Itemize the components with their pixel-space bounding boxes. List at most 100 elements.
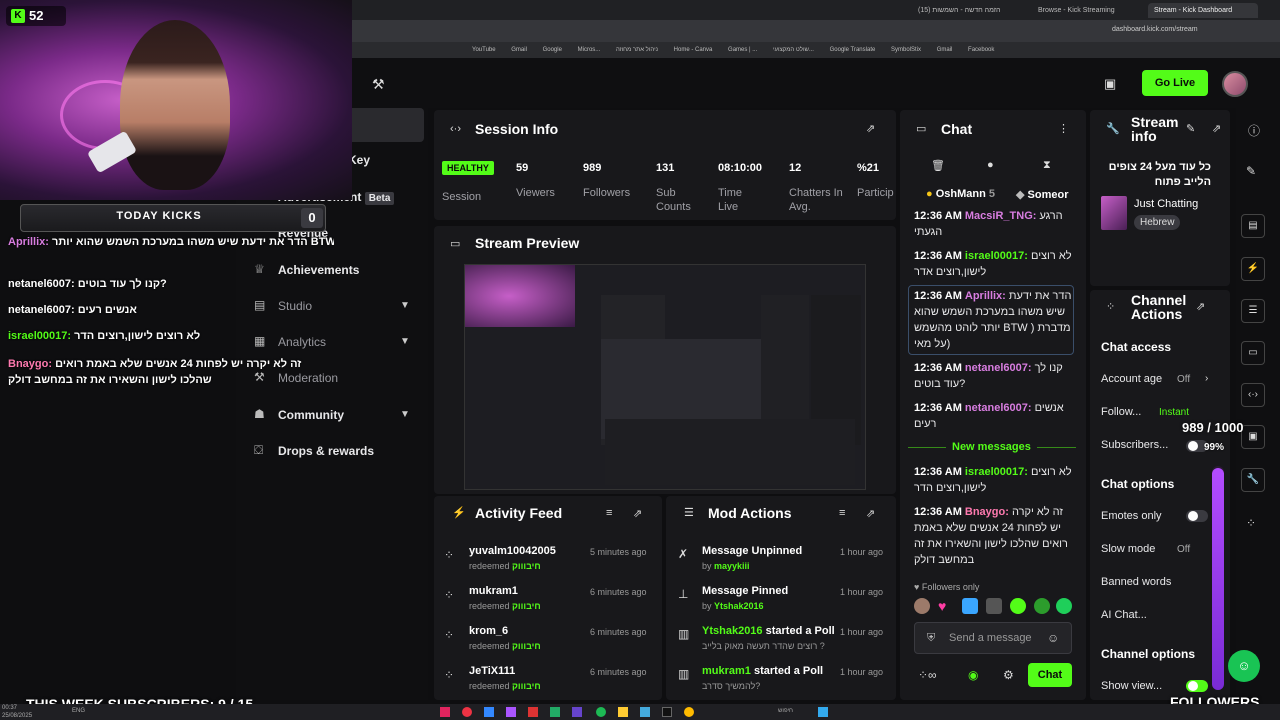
account-age-setting[interactable]: Account age — [1101, 373, 1162, 385]
slow-mode-setting[interactable]: Slow mode — [1101, 543, 1155, 555]
popout-icon[interactable]: ⇗ — [866, 122, 875, 135]
emote-icon[interactable] — [1056, 598, 1072, 614]
stream-preview-video[interactable] — [464, 264, 866, 490]
info-icon[interactable]: ⓘ — [1248, 122, 1260, 139]
emotes-only-setting[interactable]: Emotes only — [1101, 510, 1162, 522]
user-icon: ⁘ — [444, 668, 455, 682]
app-icon[interactable] — [506, 707, 516, 717]
top-user[interactable]: ● OshMann 5 — [926, 188, 995, 200]
hammer-icon[interactable]: ⚒ — [372, 76, 385, 93]
sidebar-item-community[interactable]: Community — [278, 408, 344, 422]
filter-icon[interactable]: ≡ — [606, 507, 612, 519]
address-bar[interactable]: dashboard.kick.com/stream — [352, 20, 1280, 42]
taskbar-search[interactable]: חיפוש — [778, 708, 793, 714]
app-icon[interactable] — [618, 707, 628, 717]
bookmark[interactable]: YouTube — [472, 42, 496, 58]
feed-user[interactable]: mukram1 — [469, 585, 518, 597]
app-icon[interactable] — [462, 707, 472, 717]
popout-icon[interactable]: ⇗ — [633, 507, 642, 520]
bookmark[interactable]: Games | ... — [728, 42, 757, 58]
infinity-icon[interactable]: ⁘∞ — [918, 668, 937, 682]
sidebar-item-studio[interactable]: Studio — [278, 299, 312, 313]
follow-setting[interactable]: Follow... — [1101, 406, 1141, 418]
heart-emote-icon[interactable]: ♥ — [938, 598, 946, 614]
category-name[interactable]: Just Chatting — [1134, 198, 1198, 210]
chat-input-placeholder: Send a message — [949, 632, 1032, 644]
video-icon[interactable]: ▣ — [1241, 425, 1265, 449]
send-chat-button[interactable]: Chat — [1028, 663, 1072, 687]
emoji-icon[interactable]: ☺ — [1047, 631, 1059, 645]
chevron-down-icon[interactable]: ▼ — [400, 409, 410, 420]
show-view-toggle[interactable] — [1186, 680, 1208, 692]
ai-chat-setting[interactable]: AI Chat... — [1101, 609, 1147, 621]
bookmark[interactable]: שולט המקצועי... — [773, 42, 814, 58]
chevron-down-icon[interactable]: ▼ — [400, 336, 410, 347]
browser-tab[interactable]: Browse - Kick Streaming — [1032, 3, 1142, 18]
top-user[interactable]: ◆ Someor — [1016, 188, 1069, 201]
more-icon[interactable]: ⋮ — [1058, 122, 1069, 135]
bookmark[interactable]: Google Translate — [830, 42, 876, 58]
wrench-icon[interactable]: 🔧 — [1241, 468, 1265, 492]
emote-icon[interactable] — [1034, 598, 1050, 614]
chat-icon[interactable]: ▭ — [1241, 341, 1265, 365]
chat-input[interactable]: ⛨ Send a message ☺ — [914, 622, 1072, 654]
sidebar-item-achievements[interactable]: Achievements — [278, 263, 359, 277]
app-icon[interactable] — [550, 707, 560, 717]
bolt-icon[interactable]: ⚡ — [1241, 257, 1265, 281]
hourglass-icon[interactable]: ⧗ — [1043, 159, 1051, 172]
app-icon[interactable] — [440, 707, 450, 717]
follow-heart-icon: ☺ — [1228, 650, 1260, 682]
bookmark[interactable]: Gmail — [937, 42, 953, 58]
app-icon[interactable] — [484, 707, 494, 717]
bookmark[interactable]: Home - Canva — [674, 42, 713, 58]
bookmark[interactable]: Google — [543, 42, 562, 58]
popout-icon[interactable]: ⇗ — [1212, 122, 1221, 135]
app-icon[interactable] — [572, 707, 582, 717]
emote-icon[interactable] — [986, 598, 1002, 614]
emote-icon[interactable] — [914, 598, 930, 614]
pencil-icon[interactable]: ✎ — [1246, 164, 1256, 178]
emote-icon[interactable] — [1010, 598, 1026, 614]
message-icon[interactable]: ● — [987, 159, 994, 171]
filter-icon[interactable]: ≡ — [839, 507, 845, 519]
show-view-setting[interactable]: Show view... — [1101, 680, 1162, 692]
edit-icon[interactable]: ✎ — [1186, 122, 1195, 135]
sidebar-item-analytics[interactable]: Analytics — [278, 335, 326, 349]
windows-start-icon[interactable] — [818, 707, 828, 717]
bookmark[interactable]: Facebook — [968, 42, 994, 58]
list-icon[interactable]: ☰ — [1241, 299, 1265, 323]
feed-user[interactable]: JeTiX111 — [469, 665, 515, 677]
app-icon[interactable] — [640, 707, 650, 717]
kick-icon[interactable]: ◉ — [968, 668, 978, 682]
chrome-icon[interactable] — [684, 707, 694, 717]
session-icon: ‹·› — [450, 123, 461, 135]
emotes-only-toggle[interactable] — [1186, 510, 1208, 522]
layout-icon[interactable]: ▤ — [1241, 214, 1265, 238]
bookmark[interactable]: Gmail — [511, 42, 527, 58]
feed-user[interactable]: yuvalm10042005 — [469, 545, 556, 557]
feed-user[interactable]: krom_6 — [469, 625, 508, 637]
bookmark[interactable]: SymbolStix — [891, 42, 921, 58]
code-icon[interactable]: ‹·› — [1241, 383, 1265, 407]
camera-icon[interactable]: ▣ — [1104, 76, 1116, 92]
emote-icon[interactable] — [962, 598, 978, 614]
subscribers-setting[interactable]: Subscribers... — [1101, 439, 1168, 451]
app-icon[interactable] — [528, 707, 538, 717]
spotify-icon[interactable] — [596, 707, 606, 717]
sidebar-item-drops[interactable]: Drops & rewards — [278, 444, 374, 458]
browser-tab-active[interactable]: Stream - Kick Dashboard — [1148, 3, 1258, 18]
banned-words-setting[interactable]: Banned words — [1101, 576, 1171, 588]
chevron-right-icon[interactable]: › — [1205, 373, 1208, 384]
avatar[interactable] — [1222, 71, 1248, 97]
go-live-button[interactable]: Go Live — [1142, 70, 1208, 96]
tiktok-icon[interactable] — [662, 707, 672, 717]
trash-icon[interactable]: 🗑 — [931, 159, 945, 172]
browser-tab[interactable]: (15) הזמה חדשה - השמשות — [912, 3, 1022, 18]
chevron-down-icon[interactable]: ▼ — [400, 300, 410, 311]
bookmark[interactable]: ניהול אתר מחוזה — [616, 42, 658, 58]
popout-icon[interactable]: ⇗ — [866, 507, 875, 520]
bookmark[interactable]: Micros... — [578, 42, 601, 58]
apps-icon[interactable]: ⁘ — [1246, 516, 1256, 530]
popout-icon[interactable]: ⇗ — [1196, 300, 1205, 313]
gear-icon[interactable]: ⚙ — [1003, 668, 1014, 682]
